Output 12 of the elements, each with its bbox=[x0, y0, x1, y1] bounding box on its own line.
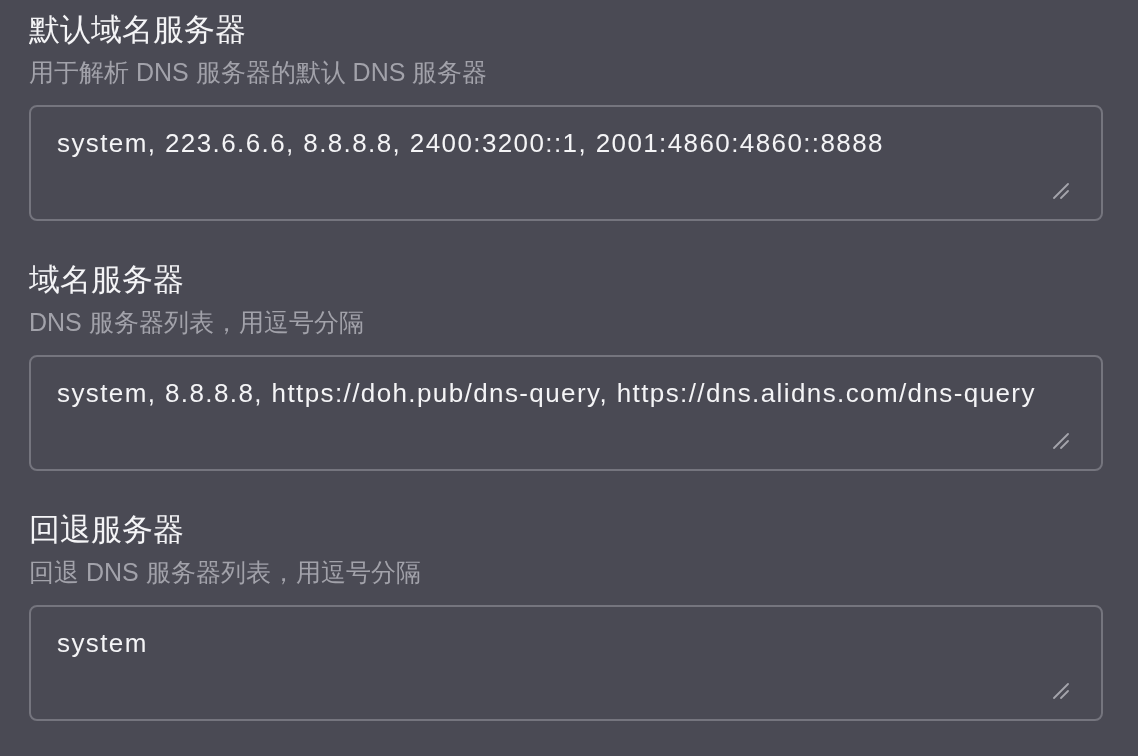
text-area[interactable]: system bbox=[29, 605, 1103, 721]
field-description: 用于解析 DNS 服务器的默认 DNS 服务器 bbox=[29, 57, 488, 87]
field-description: 回退 DNS 服务器列表，用逗号分隔 bbox=[29, 557, 421, 587]
text-area[interactable]: system, 8.8.8.8, https://doh.pub/dns-query, https://dns.alidns.com/dns-query bbox=[29, 355, 1103, 471]
resize-handle-icon[interactable] bbox=[1053, 433, 1069, 449]
field-label: 域名服务器 bbox=[29, 262, 184, 298]
field-label: 回退服务器 bbox=[29, 512, 184, 548]
text-area[interactable]: system, 223.6.6.6, 8.8.8.8, 2400:3200::1, 2001:4860:4860::8888 bbox=[29, 105, 1103, 221]
field-description: DNS 服务器列表，用逗号分隔 bbox=[29, 307, 364, 337]
resize-handle-icon[interactable] bbox=[1053, 183, 1069, 199]
resize-handle-icon[interactable] bbox=[1053, 683, 1069, 699]
field-label: 默认域名服务器 bbox=[29, 12, 246, 48]
